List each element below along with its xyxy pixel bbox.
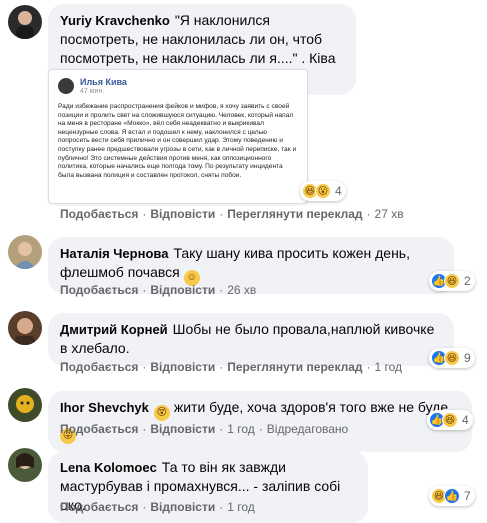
comment-time[interactable]: 1 год [227,422,255,436]
avatar[interactable] [8,5,42,39]
like-button[interactable]: Подобається [60,283,138,297]
like-icon: 👍 [444,488,460,504]
comment-bubble: Дмитрий Корней Шобы не было провала,наплю… [48,313,454,366]
reaction-summary[interactable]: 😆 👍 7 [429,486,475,506]
haha-icon: 😆 [444,273,460,289]
comment-text: жити буде, хоча здоров'я того вже не буд… [173,399,449,415]
wow-icon: 😮 [315,183,331,199]
reaction-count: 4 [462,413,469,427]
reaction-count: 7 [464,489,471,503]
comment-time[interactable]: 1 год [227,500,255,514]
translate-button[interactable]: Переглянути переклад [227,360,362,374]
comment-author[interactable]: Наталія Чернова [60,246,168,261]
comment-author[interactable]: Ihor Shevchyk [60,400,149,415]
edited-label[interactable]: Відредаговано [267,422,348,436]
reply-button[interactable]: Відповісти [150,207,215,221]
comment-actions: Подобається · Відповісти · 1 год [60,500,255,514]
comment-actions: Подобається · Відповісти · 1 год · Відредагова… [60,422,349,436]
avatar[interactable] [8,311,42,345]
reply-button[interactable]: Відповісти [150,360,215,374]
comment-author[interactable]: Yuriy Kravchenko [60,13,170,28]
avatar[interactable] [8,235,42,269]
dizzy-face-emoji-icon: 😵 [153,405,170,421]
screenshot-time: 47 мин. [80,88,105,95]
avatar[interactable] [8,388,42,422]
like-button[interactable]: Подобається [60,422,138,436]
reaction-count: 9 [464,351,471,365]
translate-button[interactable]: Переглянути переклад [227,207,362,221]
comment-actions: Подобається · Відповісти · Переглянути перек… [60,207,404,221]
haha-icon: 😆 [442,412,458,428]
comment-time[interactable]: 26 хв [227,283,256,297]
reply-button[interactable]: Відповісти [150,283,215,297]
comment-author[interactable]: Lena Kolomoec [60,460,157,475]
haha-icon: 😆 [444,350,460,366]
reply-button[interactable]: Відповісти [150,422,215,436]
avatar[interactable] [8,448,42,482]
like-button[interactable]: Подобається [60,207,138,221]
reaction-count: 4 [335,184,342,198]
comment-time[interactable]: 1 год [375,360,403,374]
comment-actions: Подобається · Відповісти · 26 хв [60,283,257,297]
reaction-summary[interactable]: 👍 😆 4 [427,410,473,430]
comment-attached-screenshot[interactable]: Илья Кива 47 мин. Ради избежание распрос… [48,69,308,204]
like-button[interactable]: Подобається [60,360,138,374]
reaction-summary[interactable]: 👍 😆 9 [429,348,475,368]
comment-author[interactable]: Дмитрий Корней [60,322,168,337]
reaction-summary[interactable]: 😆 😮 4 [300,181,346,201]
comment-actions: Подобається · Відповісти · Переглянути перек… [60,360,403,374]
reaction-count: 2 [464,274,471,288]
screenshot-text: Ради избежание распространения фейков и … [58,103,297,179]
screenshot-avatar [58,78,74,94]
screenshot-author: Илья Кива [80,77,127,87]
like-button[interactable]: Подобається [60,500,138,514]
reaction-summary[interactable]: 👍 😆 2 [429,271,475,291]
reply-button[interactable]: Відповісти [150,500,215,514]
comment-time[interactable]: 27 хв [375,207,404,221]
